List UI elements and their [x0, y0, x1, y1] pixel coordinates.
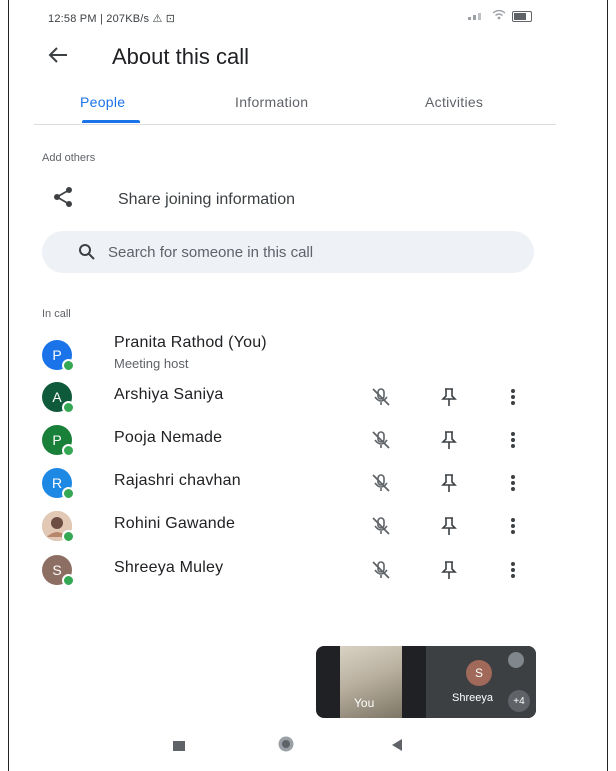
- status-bar-text: 12:58 PM | 207KB/s ⚠ ⊡: [48, 13, 176, 25]
- participant-row[interactable]: P Pooja Nemade: [42, 421, 542, 461]
- participant-role: Meeting host: [114, 356, 189, 371]
- participant-name: Rohini Gawande: [114, 515, 236, 532]
- arrow-left-icon: [48, 47, 67, 63]
- picture-in-picture-window[interactable]: You S Shreeya +4: [316, 646, 536, 718]
- participant-search-input[interactable]: Search for someone in this call: [42, 231, 534, 273]
- share-icon: [52, 186, 74, 213]
- search-icon: [78, 243, 96, 261]
- back-button[interactable]: [48, 44, 88, 70]
- online-status-dot: [62, 530, 75, 543]
- more-participants-badge: +4: [508, 690, 530, 712]
- mic-off-icon[interactable]: [370, 515, 392, 537]
- pip-participant-name: Shreeya: [452, 692, 493, 704]
- self-video-label: You: [354, 696, 375, 710]
- more-vert-icon[interactable]: [510, 561, 516, 579]
- online-status-dot: [62, 487, 75, 500]
- pin-icon[interactable]: [440, 560, 458, 580]
- app-bar: About this call: [48, 44, 249, 70]
- triangle-back-icon: [392, 739, 402, 751]
- pin-icon[interactable]: [440, 430, 458, 450]
- tab-people[interactable]: People: [80, 94, 125, 110]
- participant-name: Pranita Rathod (You): [114, 334, 267, 351]
- mic-off-icon[interactable]: [370, 559, 392, 581]
- status-bar-icons: [468, 9, 532, 23]
- avatar-initial: A: [52, 389, 62, 405]
- participant-row[interactable]: A Arshiya Saniya: [42, 378, 542, 418]
- online-status-dot: [62, 401, 75, 414]
- share-joining-info-label: Share joining information: [118, 190, 295, 208]
- system-nav-bar: [0, 732, 616, 762]
- tab-activities[interactable]: Activities: [425, 94, 483, 110]
- pin-icon[interactable]: [440, 387, 458, 407]
- wifi-icon: [492, 9, 506, 23]
- active-tab-indicator: [82, 120, 140, 123]
- square-icon: [173, 741, 185, 751]
- tab-information[interactable]: Information: [235, 94, 308, 110]
- online-status-dot: [62, 574, 75, 587]
- pin-icon[interactable]: [440, 516, 458, 536]
- avatar: R: [42, 468, 75, 500]
- more-vert-icon[interactable]: [510, 517, 516, 535]
- avatar-initial: P: [52, 432, 62, 448]
- avatar: A: [42, 382, 75, 414]
- back-nav-button[interactable]: [391, 738, 403, 757]
- recent-apps-button[interactable]: [172, 739, 186, 757]
- avatar-initial: P: [52, 347, 62, 363]
- participant-name: Shreeya Muley: [114, 559, 224, 576]
- search-placeholder: Search for someone in this call: [108, 243, 314, 261]
- self-video-tile: You: [340, 646, 402, 718]
- avatar-initial: S: [52, 562, 62, 578]
- participant-row[interactable]: P Pranita Rathod (You) Meeting host: [42, 334, 542, 376]
- in-call-heading: In call: [42, 308, 71, 320]
- avatar: S: [42, 555, 75, 587]
- share-joining-info-button[interactable]: Share joining information: [52, 186, 295, 213]
- mic-off-icon[interactable]: [370, 386, 392, 408]
- avatar: P: [42, 425, 75, 457]
- mic-off-icon[interactable]: [370, 472, 392, 494]
- tab-bar: People Information Activities: [34, 84, 556, 125]
- mic-muted-icon: [508, 652, 524, 668]
- participant-name: Rajashri chavhan: [114, 472, 241, 489]
- more-vert-icon[interactable]: [510, 388, 516, 406]
- page-title: About this call: [112, 44, 249, 69]
- pin-icon[interactable]: [440, 473, 458, 493]
- add-others-heading: Add others: [42, 152, 96, 164]
- circle-icon: [278, 736, 294, 752]
- online-status-dot: [62, 444, 75, 457]
- avatar: [42, 511, 75, 543]
- participant-name: Pooja Nemade: [114, 429, 223, 446]
- participant-row[interactable]: R Rajashri chavhan: [42, 464, 542, 504]
- avatar-initial: R: [51, 475, 63, 491]
- other-video-tile: S Shreeya +4: [426, 646, 536, 718]
- battery-icon: [512, 11, 532, 22]
- participant-row[interactable]: Rohini Gawande: [42, 507, 542, 547]
- online-status-dot: [62, 359, 75, 372]
- more-vert-icon[interactable]: [510, 431, 516, 449]
- signal-icon: [468, 10, 486, 23]
- mic-off-icon[interactable]: [370, 429, 392, 451]
- home-button[interactable]: [277, 735, 295, 758]
- avatar: P: [42, 340, 75, 372]
- participant-row[interactable]: S Shreeya Muley: [42, 551, 542, 591]
- participant-name: Arshiya Saniya: [114, 386, 224, 403]
- more-vert-icon[interactable]: [510, 474, 516, 492]
- pip-avatar: S: [466, 660, 492, 686]
